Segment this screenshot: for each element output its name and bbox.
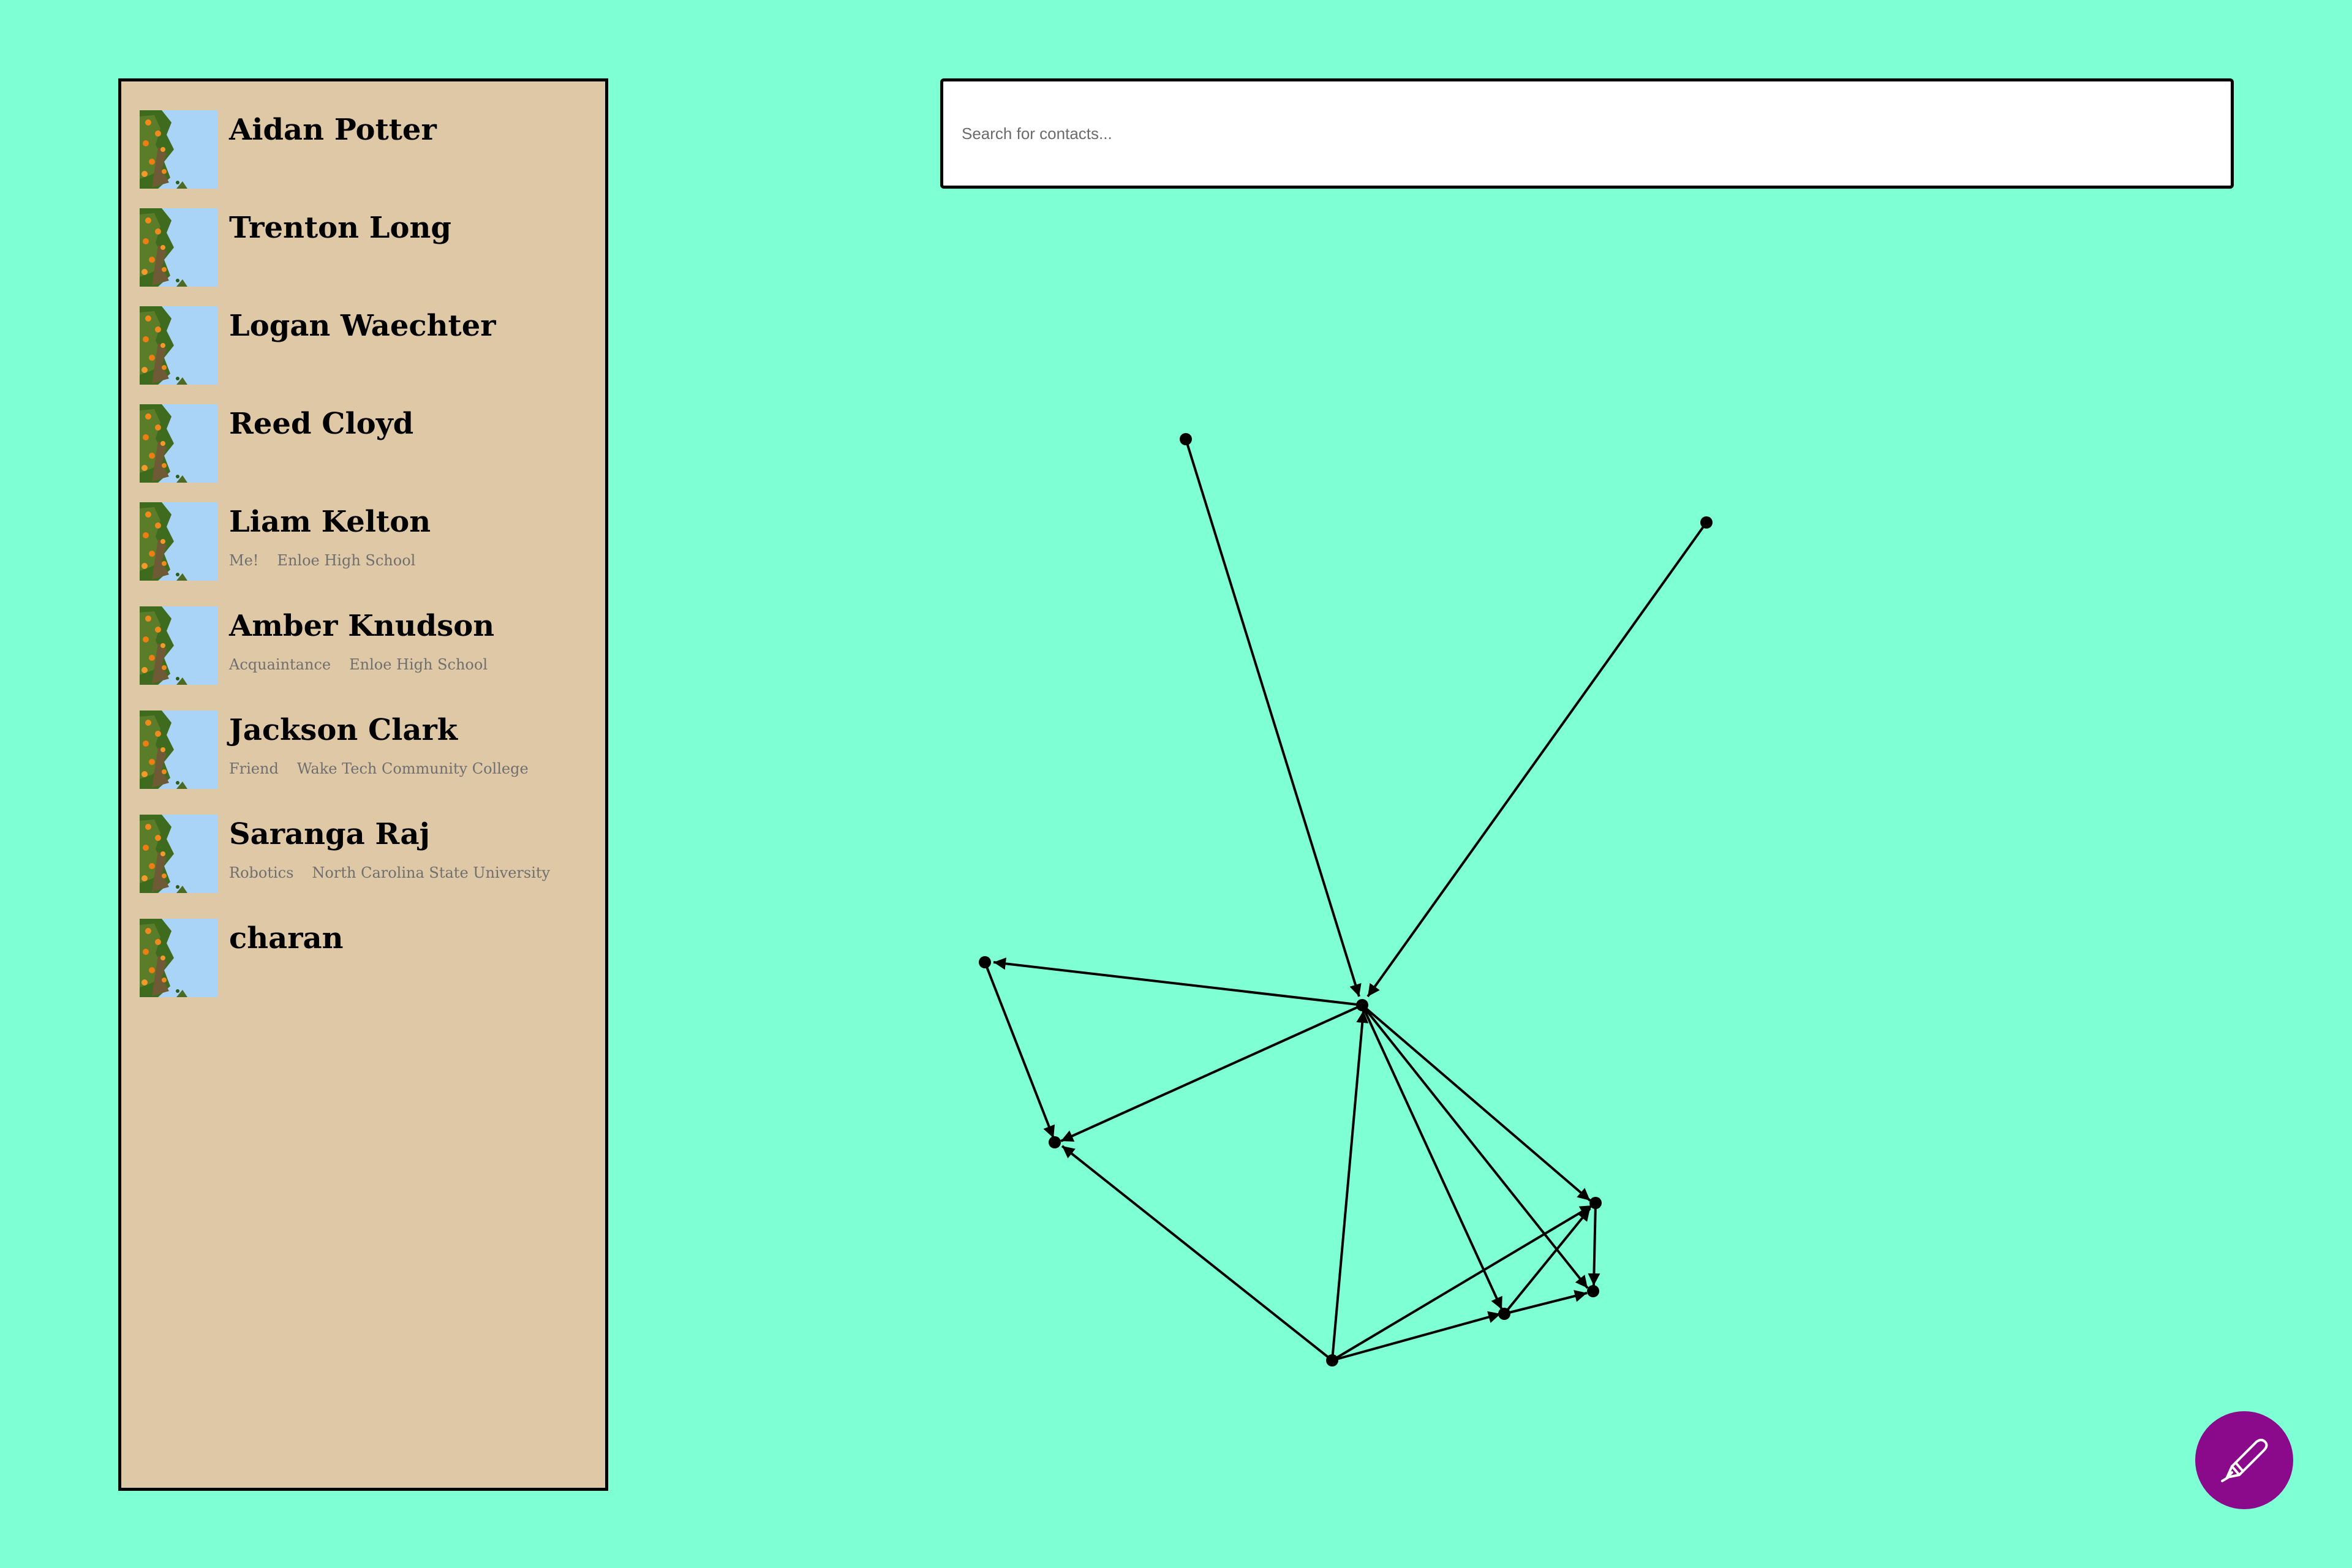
graph-node[interactable] [1356, 999, 1368, 1011]
graph-node[interactable] [1049, 1136, 1061, 1148]
graph-edge [1361, 1004, 1591, 1202]
graph-node[interactable] [1700, 516, 1713, 529]
app-root: Aidan Potter Trenton Long Logan Waechter… [0, 0, 2352, 1568]
graph-node[interactable] [1180, 433, 1192, 445]
graph-edge [984, 962, 1055, 1139]
graph-edge [1060, 1004, 1363, 1142]
graph-edge [1331, 1204, 1594, 1362]
edit-button[interactable] [2195, 1411, 2293, 1509]
graph-edge [1503, 1207, 1591, 1315]
graph-edge [1331, 1010, 1369, 1361]
graph-node[interactable] [1587, 1285, 1599, 1297]
graph-edge [1185, 439, 1362, 997]
graph-node[interactable] [1498, 1308, 1510, 1320]
graph-edge [1361, 1005, 1503, 1310]
graph-node[interactable] [979, 956, 991, 968]
contact-graph [979, 433, 1713, 1366]
graph-edge [993, 957, 1363, 1006]
graph-edge [1504, 1290, 1588, 1315]
graph-edge [1332, 1311, 1501, 1362]
graph-edge [1361, 1004, 1589, 1289]
graph-edges [984, 439, 1708, 1362]
graph-edge [1366, 521, 1708, 998]
graph-node[interactable] [1589, 1197, 1602, 1209]
graph-edge [1588, 1202, 1600, 1286]
graph-nodes [979, 433, 1713, 1366]
pen-icon [2214, 1428, 2275, 1492]
graph-node[interactable] [1326, 1354, 1338, 1366]
graph-edge [1061, 1145, 1333, 1362]
